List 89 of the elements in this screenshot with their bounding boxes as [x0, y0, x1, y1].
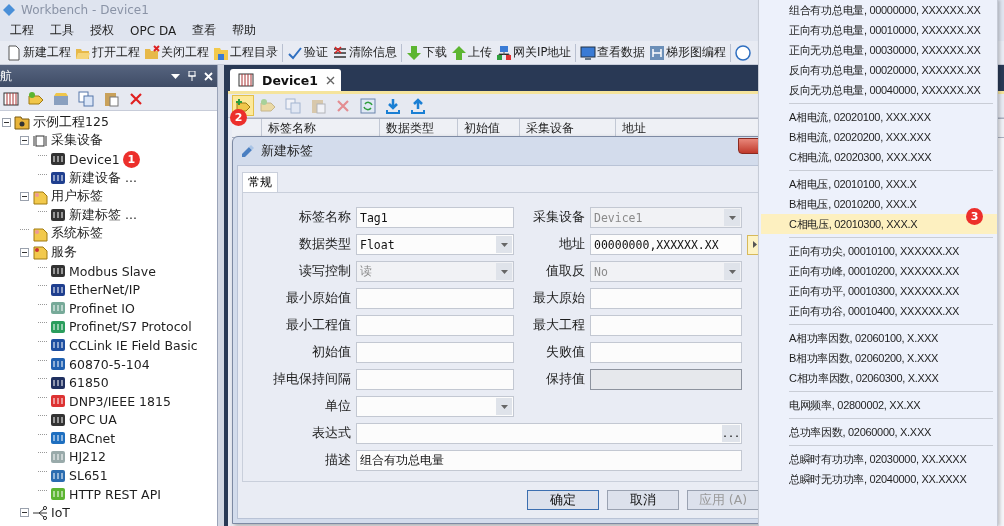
text-field[interactable]: Tag1 — [356, 207, 514, 228]
menu-item[interactable]: 授权 — [82, 22, 122, 39]
tree-item[interactable]: OPC UA — [69, 412, 117, 428]
field-label: 失败值 — [545, 344, 585, 361]
toolbar-button[interactable]: 上传 — [450, 43, 493, 62]
tree-item[interactable]: HJ212 — [69, 449, 106, 465]
step-badge: 1 — [122, 151, 140, 168]
menu-item[interactable]: C相电流, 02020300, XXX.XXX — [761, 147, 997, 167]
dialog-title: 新建标签 — [261, 142, 313, 160]
tree-item[interactable]: 新建设备 ... — [69, 169, 137, 187]
tree-item[interactable]: 新建标签 ... — [69, 206, 137, 224]
field-label: 地址 — [558, 236, 585, 253]
window-title: Workbench - Device1 — [21, 3, 149, 17]
field-label: 表达式 — [311, 425, 351, 442]
menu-item[interactable]: 正向有功平, 00010300, XXXXXX.XX — [761, 281, 997, 301]
tree-item[interactable]: 用户标签 — [51, 188, 103, 206]
step-badge: 3 — [966, 208, 983, 225]
field-label: 保持值 — [545, 371, 585, 388]
field-label: 采集设备 — [532, 209, 585, 226]
tree-item[interactable]: 采集设备 — [51, 132, 103, 150]
menu-item[interactable]: 电网频率, 02800002, XX.XX — [761, 395, 997, 415]
field-label: 最小工程值 — [285, 317, 351, 334]
toolbar-button[interactable]: 网关IP地址 — [495, 43, 573, 62]
tree-item[interactable]: 60870-5-104 — [69, 356, 150, 372]
dialog-button[interactable]: 确定 — [527, 490, 599, 510]
toolbar-button[interactable]: 查看数据 — [579, 43, 647, 62]
tree-item[interactable]: Profinet IO — [69, 300, 135, 316]
menu-item[interactable]: 查看 — [184, 22, 225, 39]
tree-item[interactable]: Device1 — [69, 152, 120, 167]
menu-item[interactable]: 反向无功总电量, 00040000, XXXXXX.XX — [761, 80, 997, 100]
toolbar-button[interactable]: 工程目录 — [212, 43, 279, 62]
toolbar-button[interactable]: 打开工程 — [74, 43, 141, 62]
menu-item[interactable]: 工程 — [2, 22, 42, 39]
field-label: 读写控制 — [298, 263, 351, 280]
tree-item[interactable]: 系统标签 — [51, 225, 103, 243]
menu-item[interactable]: 总瞬时有功功率, 02030000, XX.XXXX — [761, 449, 997, 469]
menu-item[interactable]: 正向无功总电量, 00030000, XXXXXX.XX — [761, 40, 997, 60]
menu-item[interactable]: 工具 — [42, 22, 82, 39]
field-label: 描述 — [324, 452, 351, 469]
dialog-tab[interactable]: 常规 — [242, 172, 278, 192]
dialog-button[interactable]: 取消 — [607, 490, 679, 510]
text-field[interactable]: 组合有功总电量 — [356, 450, 742, 471]
menu-item[interactable]: A相功率因数, 02060100, X.XXX — [761, 328, 997, 348]
menu-item[interactable]: 正向有功总电量, 00010000, XXXXXX.XX — [761, 20, 997, 40]
tree-item[interactable]: CCLink IE Field Basic — [69, 337, 198, 353]
toolbar-button[interactable]: 验证 — [286, 43, 329, 62]
field-label: 数据类型 — [298, 236, 351, 253]
menu-item[interactable]: 组合有功总电量, 00000000, XXXXXX.XX — [761, 0, 997, 20]
menu-item[interactable]: 正向有功谷, 00010400, XXXXXX.XX — [761, 301, 997, 321]
browse-button[interactable]: ... — [722, 425, 740, 442]
expression-field[interactable]: ... — [356, 423, 742, 444]
tree-item[interactable]: IoT — [51, 505, 70, 521]
tree-item[interactable]: Profinet/S7 Protocol — [69, 319, 192, 335]
document-tab[interactable]: Device1 — [230, 69, 341, 91]
menu-item[interactable]: 正向有功峰, 00010200, XXXXXX.XX — [761, 261, 997, 281]
field-label: 值取反 — [545, 263, 585, 280]
tree-item[interactable]: 61850 — [69, 375, 109, 391]
menu-item[interactable]: 总瞬时无功功率, 02040000, XX.XXXX — [761, 469, 997, 489]
address-field[interactable]: 00000000,XXXXXX.XX — [590, 234, 742, 255]
field-label: 初始值 — [311, 344, 351, 361]
dropdown-field[interactable]: Float — [356, 234, 514, 255]
tree-item[interactable]: DNP3/IEEE 1815 — [69, 393, 171, 409]
menu-item[interactable]: 总功率因数, 02060000, X.XXX — [761, 422, 997, 442]
field-label: 最小原始值 — [285, 290, 351, 307]
menu-item[interactable]: OPC DA — [122, 23, 185, 38]
tree-item[interactable]: BACnet — [69, 430, 116, 446]
menu-item[interactable]: 正向有功尖, 00010100, XXXXXX.XX — [761, 241, 997, 261]
field-label: 单位 — [324, 398, 351, 415]
menu-item[interactable]: A相电压, 02010100, XXX.X — [761, 174, 997, 194]
menu-item[interactable]: C相功率因数, 02060300, X.XXX — [761, 368, 997, 388]
menu-item[interactable]: 帮助 — [224, 22, 265, 39]
toolbar-button[interactable]: 梯形图编程 — [648, 43, 728, 62]
tree-item[interactable]: EtherNet/IP — [69, 282, 140, 298]
tree-item[interactable]: HTTP REST API — [69, 486, 161, 502]
tree-item[interactable]: SL651 — [69, 468, 108, 484]
field-label: 最大工程 — [532, 317, 585, 334]
toolbar-button[interactable]: 下载 — [405, 43, 448, 62]
toolbar-button[interactable]: 新建工程 — [5, 43, 72, 62]
field-label: 掉电保持间隔 — [272, 371, 351, 388]
panel-title: 航 — [0, 67, 12, 85]
tree-item[interactable]: Modbus Slave — [69, 263, 156, 279]
tree-item[interactable]: 示例工程125 — [33, 113, 109, 131]
tree-item[interactable]: 服务 — [51, 243, 77, 261]
toolbar-button[interactable]: 清除信息 — [331, 43, 398, 62]
field-label: 标签名称 — [298, 209, 351, 226]
menu-item[interactable]: 反向有功总电量, 00020000, XXXXXX.XX — [761, 60, 997, 80]
toolbar-button[interactable]: 关闭工程 — [143, 43, 210, 62]
menu-item[interactable]: B相功率因数, 02060200, X.XXX — [761, 348, 997, 368]
field-label: 最大原始 — [532, 290, 585, 307]
